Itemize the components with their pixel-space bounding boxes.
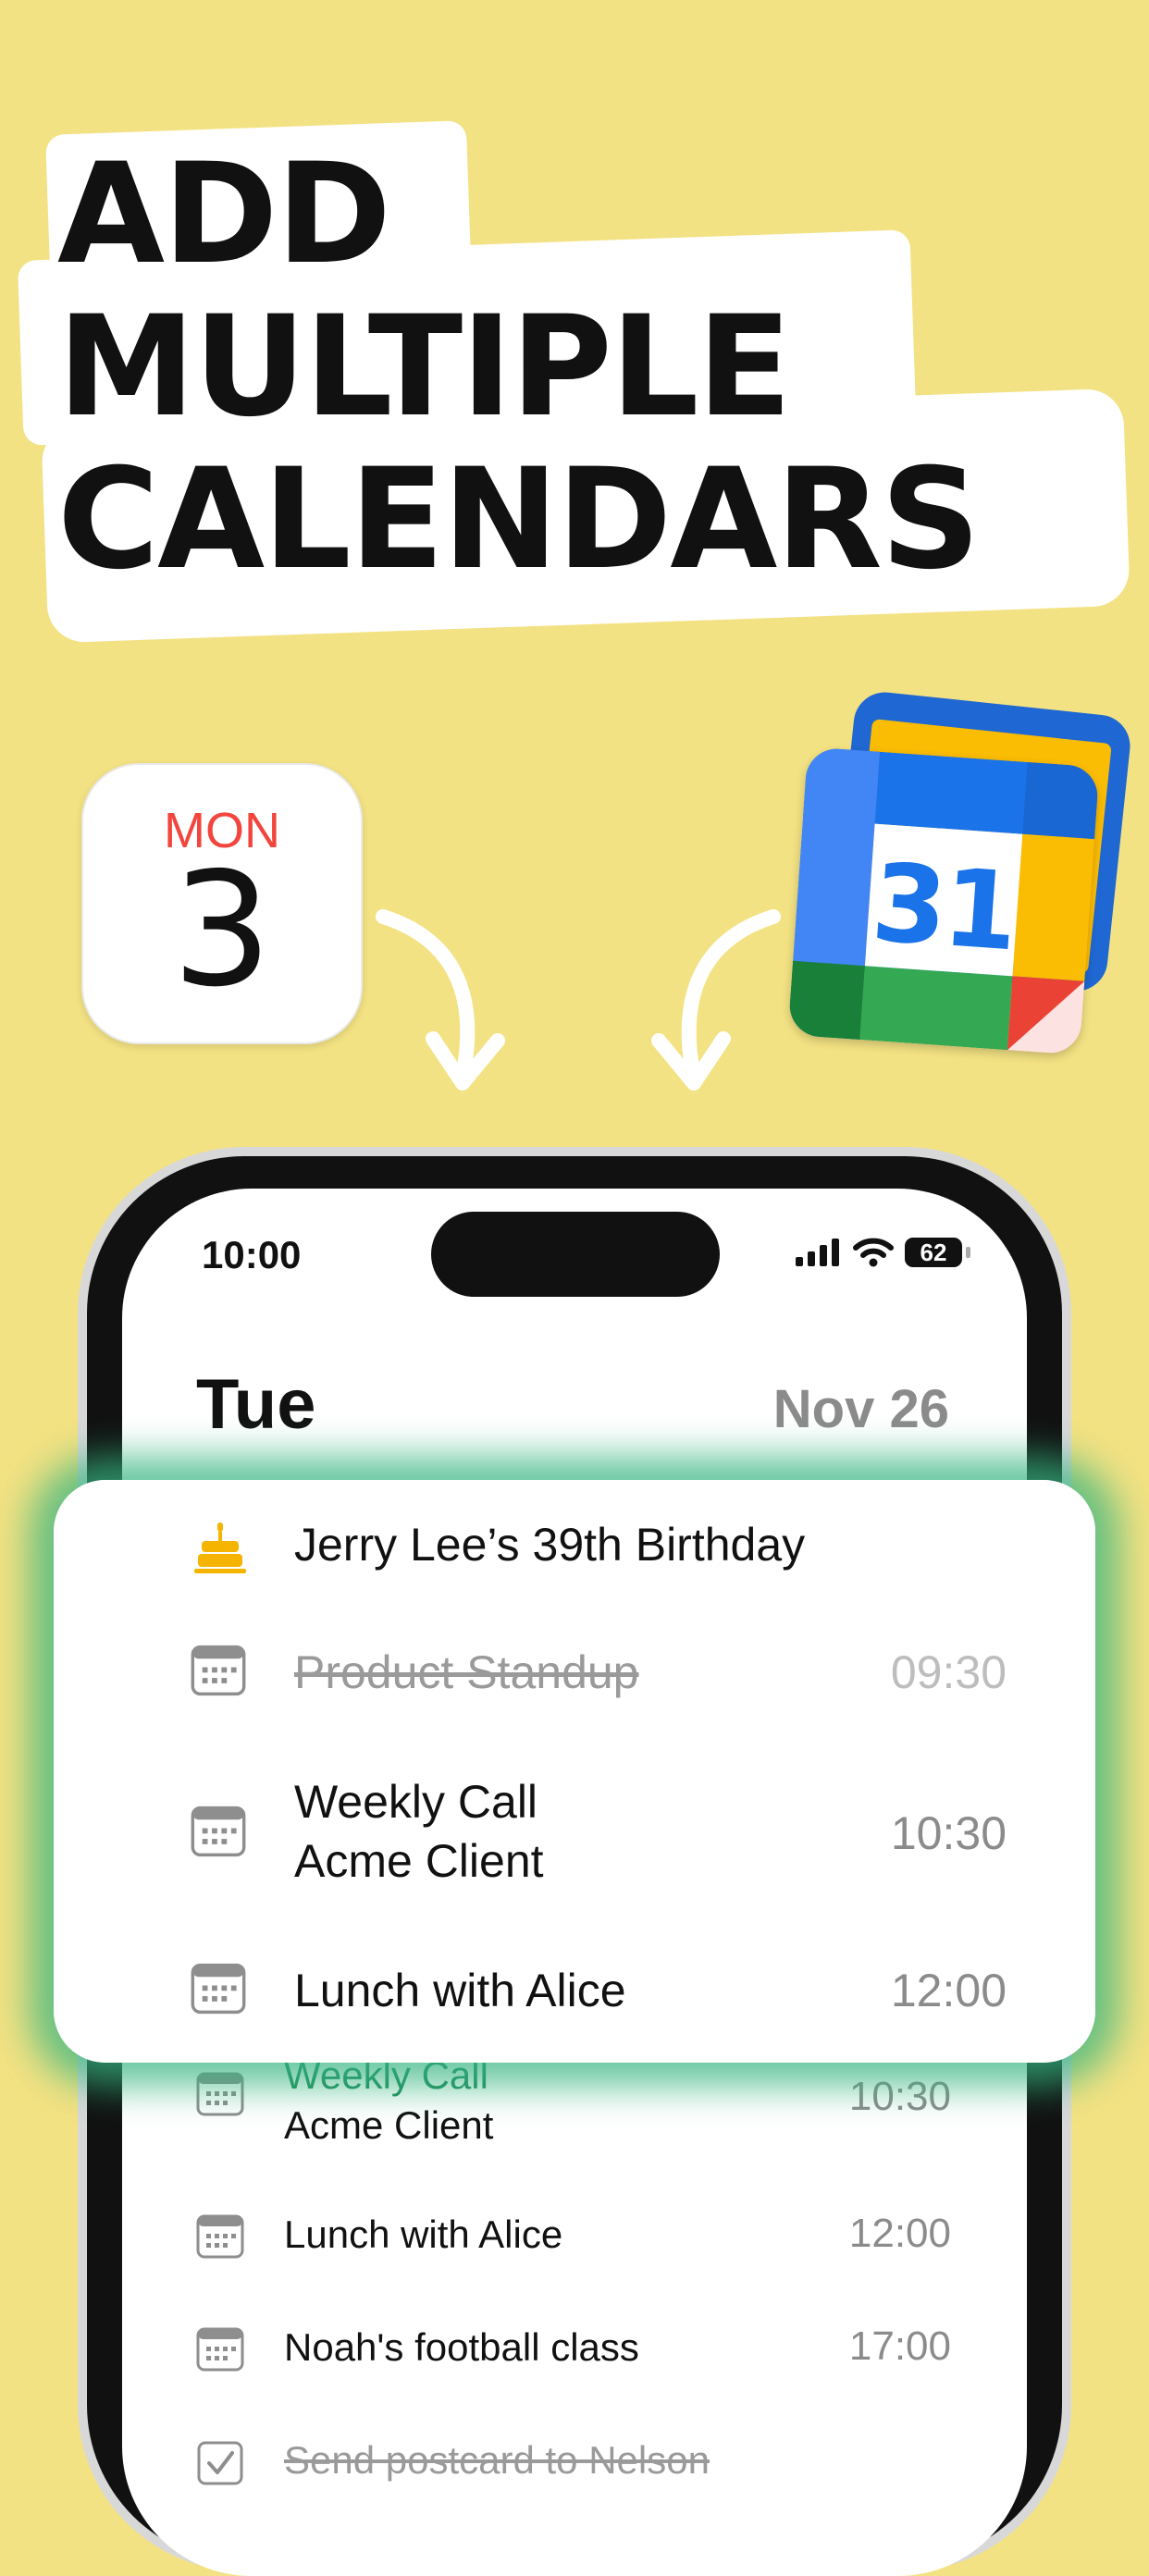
list-item-title: Send postcard to Nelson	[284, 2438, 710, 2482]
checkbox-icon[interactable]	[196, 2440, 244, 2486]
battery-tip	[966, 1247, 970, 1258]
list-item-title: Lunch with Alice	[294, 1965, 626, 2016]
calendar-icon	[196, 2214, 244, 2259]
list-item-time: 10:30	[890, 1807, 1007, 1859]
signal-icon	[796, 1239, 839, 1266]
headline-line-3: CALENDARS	[57, 439, 981, 600]
list-item-title: Lunch with Alice	[284, 2212, 563, 2256]
list-item-title-line-2: Acme Client	[294, 1835, 544, 1887]
day-title: Tue	[196, 1365, 316, 1444]
calendar-icon	[191, 1963, 246, 2015]
google-calendar-day: 31	[868, 840, 1019, 976]
status-icons: 62	[796, 1238, 970, 1267]
google-calendar-icon: 31	[787, 746, 1100, 1055]
list-item-time: 12:00	[848, 2211, 951, 2256]
list-item-time: 17:00	[848, 2323, 951, 2369]
apple-calendar-day: 3	[171, 839, 273, 1022]
calendar-icon	[196, 2327, 244, 2372]
list-item-title-line-2: Acme Client	[284, 2103, 494, 2147]
day-date: Nov 26	[772, 1379, 949, 1439]
list-item-title: Product Standup	[294, 1646, 639, 1698]
wifi-icon	[853, 1238, 894, 1267]
birthday-cake-icon	[194, 1522, 246, 1573]
dynamic-island	[431, 1212, 720, 1297]
headline-line-1: ADD	[57, 134, 391, 295]
headline: ADD MULTIPLE CALENDARS	[57, 134, 981, 600]
curved-arrow-right-icon	[651, 909, 781, 1091]
headline-line-2: MULTIPLE	[57, 287, 792, 448]
curved-arrow-left-icon	[376, 909, 505, 1091]
calendar-icon	[191, 1645, 246, 1696]
list-item-title-line-1: Weekly Call	[294, 1776, 538, 1828]
apple-calendar-icon: MON 3	[81, 763, 363, 1044]
status-time: 10:00	[202, 1233, 302, 1276]
battery-icon: 62	[905, 1238, 962, 1267]
calendar-icon	[196, 2072, 244, 2116]
list-item-time: 12:00	[890, 1965, 1007, 2016]
list-item-time: 09:30	[890, 1646, 1007, 1698]
list-item-time: 10:30	[848, 2074, 951, 2119]
calendar-icon	[191, 1806, 246, 1857]
list-item-title: Noah's football class	[284, 2325, 639, 2369]
list-item-title: Jerry Lee’s 39th Birthday	[294, 1519, 806, 1571]
events-card: Jerry Lee’s 39th Birthday Product Standu…	[54, 1480, 1095, 2063]
